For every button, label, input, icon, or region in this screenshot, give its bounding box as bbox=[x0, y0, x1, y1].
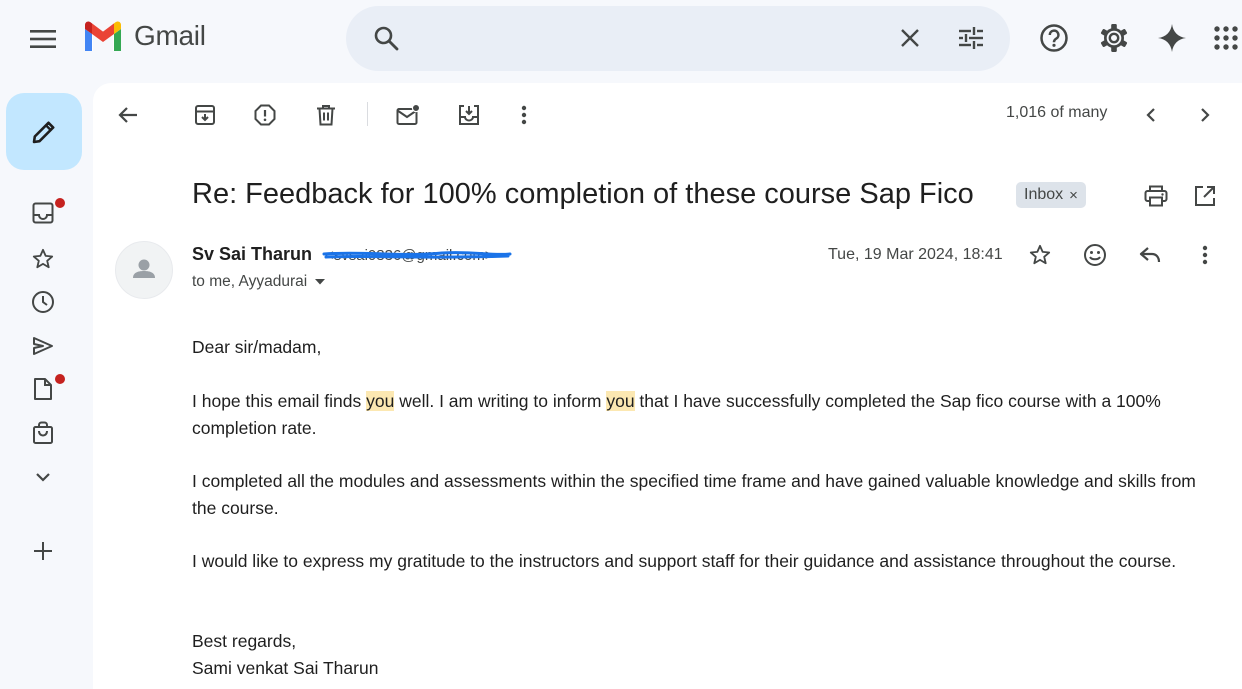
inbox-label-chip: Inbox × bbox=[1016, 182, 1086, 208]
google-apps-button[interactable] bbox=[1207, 18, 1242, 58]
settings-button[interactable] bbox=[1094, 18, 1134, 58]
search-highlight: you bbox=[606, 391, 635, 411]
search-options-button[interactable] bbox=[951, 18, 991, 58]
report-spam-button[interactable] bbox=[245, 95, 285, 135]
prev-icon bbox=[1146, 108, 1155, 122]
email-subject: Re: Feedback for 100% completion of thes… bbox=[192, 178, 974, 210]
nav-snoozed[interactable] bbox=[22, 284, 64, 320]
snoozed-icon bbox=[32, 291, 54, 313]
redaction-scribble bbox=[322, 251, 512, 259]
help-icon bbox=[1040, 24, 1068, 52]
clear-search-button[interactable] bbox=[890, 18, 930, 58]
print-all-button[interactable] bbox=[1136, 176, 1176, 216]
main-menu-button[interactable] bbox=[22, 20, 64, 58]
email-signature: Sami venkat Sai Tharun bbox=[192, 658, 379, 678]
email-signoff: Best regards, bbox=[192, 631, 297, 651]
more-vert-icon bbox=[1202, 245, 1208, 265]
inbox-label-text: Inbox bbox=[1024, 186, 1064, 203]
toolbar-divider bbox=[367, 102, 368, 126]
more-vert-icon bbox=[521, 105, 527, 125]
search-options-icon bbox=[959, 27, 983, 49]
inbox-icon bbox=[32, 202, 54, 224]
star-icon bbox=[1029, 244, 1051, 265]
search-button[interactable] bbox=[366, 18, 406, 58]
mark-unread-icon bbox=[396, 104, 420, 125]
email-paragraph-3: I would like to express my gratitude to … bbox=[192, 551, 1177, 571]
purchases-icon bbox=[33, 421, 53, 444]
nav-drafts[interactable] bbox=[22, 371, 66, 407]
email-date: Tue, 19 Mar 2024, 18:41 bbox=[828, 246, 1003, 263]
email-paragraph-1: I hope this email finds you well. I am w… bbox=[192, 391, 1161, 438]
more-options-button[interactable] bbox=[504, 95, 544, 135]
gemini-icon bbox=[1158, 24, 1186, 52]
search-input[interactable] bbox=[418, 20, 922, 58]
app-name: Gmail bbox=[134, 20, 206, 51]
next-icon bbox=[1201, 108, 1210, 122]
nav-purchases[interactable] bbox=[22, 415, 64, 451]
message-pane bbox=[93, 83, 1242, 689]
search-bar[interactable] bbox=[346, 6, 1010, 71]
apps-icon bbox=[1214, 26, 1238, 50]
search-icon bbox=[374, 26, 399, 51]
compose-pencil-icon bbox=[32, 121, 55, 143]
sender-avatar[interactable] bbox=[115, 241, 173, 299]
back-button[interactable] bbox=[108, 95, 148, 135]
menu-icon bbox=[30, 30, 56, 48]
avatar-person-icon bbox=[133, 259, 155, 278]
print-icon bbox=[1144, 185, 1168, 207]
message-more-button[interactable] bbox=[1185, 235, 1225, 275]
newer-button[interactable] bbox=[1131, 95, 1171, 135]
drafts-icon bbox=[34, 378, 52, 400]
nav-inbox[interactable] bbox=[22, 195, 66, 231]
mark-unread-button[interactable] bbox=[388, 95, 428, 135]
reply-button[interactable] bbox=[1130, 235, 1170, 275]
open-new-window-button[interactable] bbox=[1185, 176, 1225, 216]
settings-icon bbox=[1100, 24, 1128, 52]
gmail-logo-link[interactable]: Gmail bbox=[82, 20, 206, 52]
message-count: 1,016 of many bbox=[1006, 104, 1108, 121]
archive-button[interactable] bbox=[185, 95, 225, 135]
nav-more[interactable] bbox=[22, 459, 64, 495]
email-paragraph-2: I completed all the modules and assessme… bbox=[192, 471, 1196, 518]
remove-label-button[interactable]: × bbox=[1069, 187, 1078, 204]
move-to-button[interactable] bbox=[449, 95, 489, 135]
star-icon bbox=[32, 248, 54, 269]
recipients-toggle[interactable]: to me, Ayyadurai bbox=[192, 273, 326, 291]
delete-button[interactable] bbox=[306, 95, 346, 135]
create-label-button[interactable] bbox=[22, 533, 64, 569]
email-greeting: Dear sir/madam, bbox=[192, 337, 322, 357]
search-highlight: you bbox=[366, 391, 395, 411]
compose-button[interactable] bbox=[6, 93, 82, 170]
sent-icon bbox=[33, 337, 53, 355]
delete-icon bbox=[317, 105, 335, 126]
star-message-button[interactable] bbox=[1020, 235, 1060, 275]
add-label-icon bbox=[34, 542, 52, 560]
more-chevron-icon bbox=[36, 473, 50, 482]
unread-dot bbox=[54, 197, 66, 209]
archive-icon bbox=[195, 105, 215, 125]
older-button[interactable] bbox=[1185, 95, 1225, 135]
nav-sent[interactable] bbox=[22, 328, 64, 364]
gmail-logo bbox=[85, 21, 121, 51]
report-spam-icon bbox=[254, 104, 276, 126]
gemini-button[interactable] bbox=[1152, 18, 1192, 58]
clear-search-icon bbox=[901, 29, 919, 47]
open-new-window-icon bbox=[1195, 186, 1215, 206]
move-to-icon bbox=[459, 105, 479, 125]
emoji-icon bbox=[1084, 244, 1106, 266]
recipients-text: to me, Ayyadurai bbox=[192, 273, 308, 290]
back-arrow-icon bbox=[118, 107, 137, 123]
support-button[interactable] bbox=[1034, 18, 1074, 58]
nav-starred[interactable] bbox=[22, 241, 64, 277]
drafts-dot bbox=[54, 373, 66, 385]
add-reaction-button[interactable] bbox=[1075, 235, 1115, 275]
dropdown-arrow-icon bbox=[315, 279, 326, 285]
sender-name: Sv Sai Tharun bbox=[192, 244, 313, 264]
reply-icon bbox=[1139, 247, 1161, 263]
